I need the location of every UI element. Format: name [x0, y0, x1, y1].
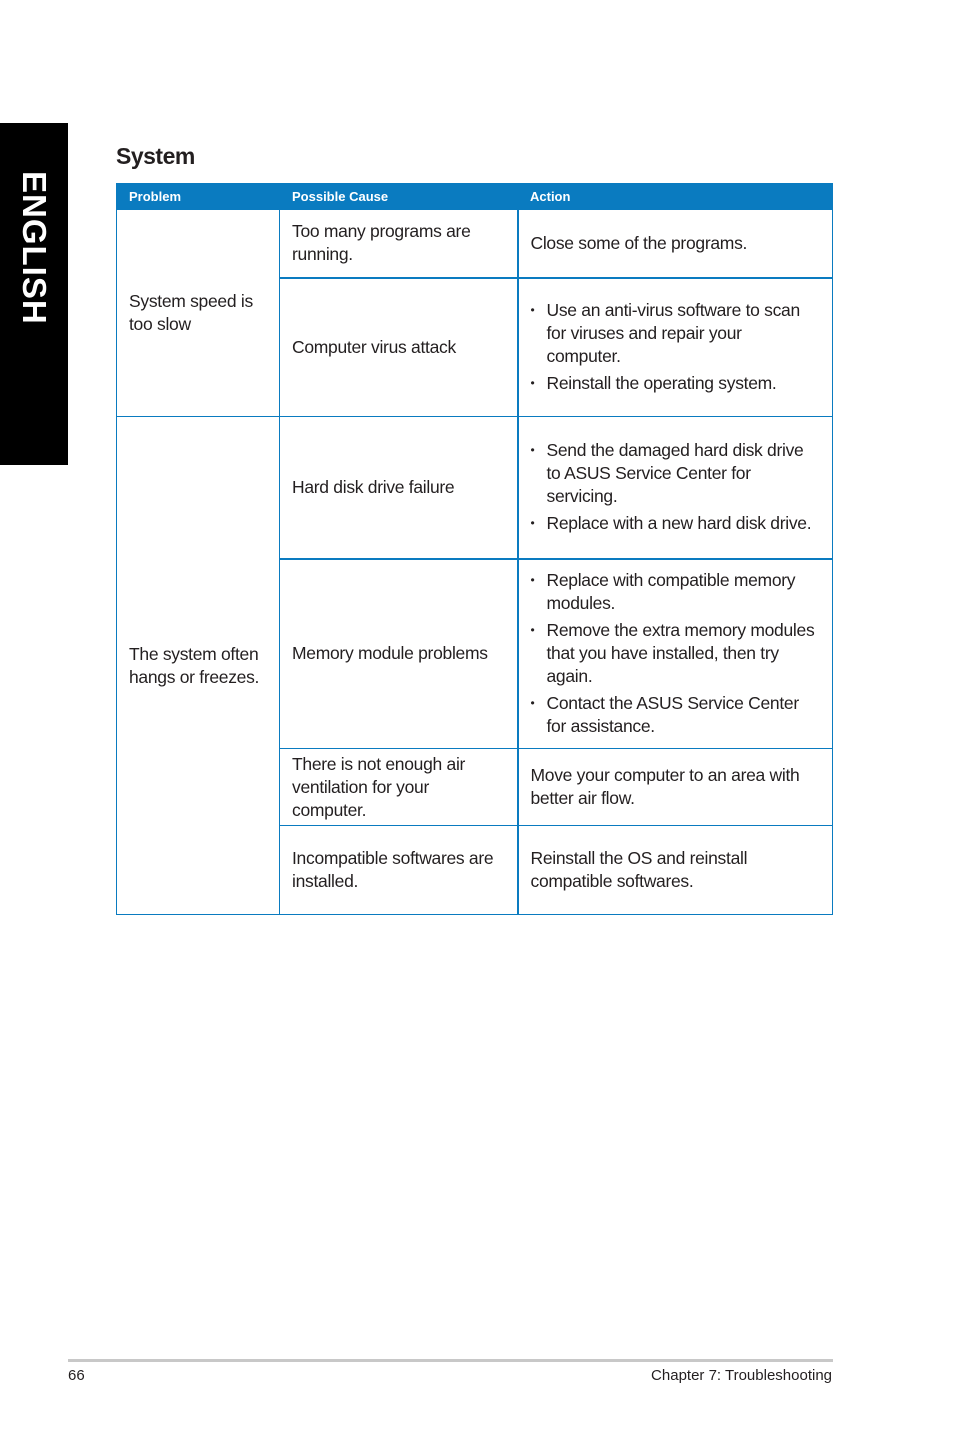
action-bullet: Replace with a new hard disk drive. [531, 512, 821, 535]
language-side-tab: ENGLISH [0, 123, 68, 465]
problem-cell: The system often hangs or freezes. [116, 416, 280, 915]
troubleshooting-table: Problem Possible Cause Action System spe… [116, 183, 833, 915]
cause-cell: Hard disk drive failure [279, 416, 519, 559]
action-bullet: Reinstall the operating system. [531, 372, 821, 395]
action-cell: Move your computer to an area with bette… [517, 748, 833, 826]
footer-divider [68, 1359, 833, 1362]
problem-cell: System speed is too slow [116, 209, 280, 417]
header-possible-cause: Possible Cause [279, 183, 518, 210]
language-label: ENGLISH [16, 171, 53, 325]
cause-cell: Incompatible softwares are installed. [279, 825, 519, 915]
cause-cell: There is not enough air ventilation for … [279, 748, 519, 826]
cause-cell: Too many programs are running. [279, 209, 519, 278]
action-bullet: Remove the extra memory modules that you… [531, 619, 821, 688]
table-row: The system often hangs or freezes. Hard … [116, 416, 833, 915]
action-bullet: Replace with compatible memory modules. [531, 569, 821, 615]
action-cell: Send the damaged hard disk drive to ASUS… [517, 416, 833, 559]
page-number: 66 [68, 1367, 85, 1384]
action-bullet: Contact the ASUS Service Center for assi… [531, 692, 821, 738]
table-row: System speed is too slow Too many progra… [116, 209, 833, 417]
action-bullet: Use an anti-virus software to scan for v… [531, 299, 821, 368]
cause-cell: Computer virus attack [279, 276, 519, 417]
cause-cell: Memory module problems [279, 557, 519, 749]
header-problem: Problem [116, 183, 280, 210]
action-cell: Replace with compatible memory modules. … [517, 557, 833, 749]
action-cell: Use an anti-virus software to scan for v… [517, 276, 833, 417]
section-title: System [116, 143, 195, 169]
table-header-row: Problem Possible Cause Action [116, 183, 833, 210]
action-bullet: Send the damaged hard disk drive to ASUS… [531, 439, 821, 508]
action-cell: Reinstall the OS and reinstall compatibl… [517, 825, 833, 915]
chapter-title: Chapter 7: Troubleshooting [651, 1367, 832, 1384]
action-cell: Close some of the programs. [517, 209, 833, 278]
header-action: Action [517, 183, 833, 210]
